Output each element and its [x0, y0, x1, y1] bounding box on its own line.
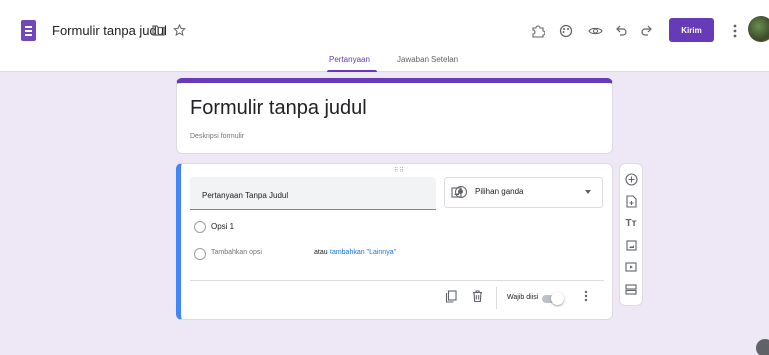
radio-button-icon — [455, 186, 467, 198]
footer-separator — [496, 287, 497, 309]
avatar[interactable] — [748, 16, 769, 42]
tab-responses[interactable]: Jawaban — [397, 55, 429, 64]
radio-circle-icon — [194, 221, 206, 233]
chevron-down-icon — [585, 190, 591, 194]
option-row[interactable]: Opsi 1 — [194, 220, 594, 236]
duplicate-icon[interactable] — [443, 288, 459, 304]
forms-logo-icon[interactable] — [21, 20, 36, 41]
import-questions-icon[interactable] — [622, 192, 640, 210]
radio-circle-icon — [194, 248, 206, 260]
redo-icon[interactable] — [637, 22, 655, 40]
add-image-icon[interactable] — [622, 236, 640, 254]
more-vert-icon[interactable] — [726, 22, 744, 40]
form-title-card[interactable]: Formulir tanpa judul Deskripsi formulir — [176, 78, 613, 154]
preview-icon[interactable] — [586, 22, 604, 40]
question-type-select[interactable]: Pilihan ganda — [444, 177, 603, 208]
top-bar: Formulir tanpa judul Kirim Pertanyaan Ja… — [0, 0, 769, 72]
help-icon[interactable] — [756, 339, 769, 355]
form-title[interactable]: Formulir tanpa judul — [190, 97, 367, 120]
addon-icon[interactable] — [529, 22, 547, 40]
star-icon[interactable] — [171, 22, 187, 38]
add-option-row: Tambahkan opsi atau tambahkan "Lainnya" — [194, 247, 594, 263]
add-section-icon[interactable] — [622, 280, 640, 298]
tab-bar: Pertanyaan Jawaban Setelan — [0, 52, 769, 72]
tab-questions[interactable]: Pertanyaan — [329, 55, 370, 64]
palette-icon[interactable] — [557, 22, 575, 40]
undo-icon[interactable] — [612, 22, 630, 40]
delete-icon[interactable] — [469, 288, 485, 304]
card-divider — [190, 280, 604, 281]
add-other-link[interactable]: tambahkan "Lainnya" — [330, 249, 396, 256]
question-card[interactable]: ⠿⠿ Pertanyaan Tanpa Judul Pilihan ganda … — [176, 163, 613, 320]
or-label: atau — [314, 249, 328, 256]
question-type-label: Pilihan ganda — [475, 187, 524, 196]
send-button[interactable]: Kirim — [669, 18, 714, 42]
option-label[interactable]: Opsi 1 — [211, 222, 234, 231]
question-more-icon[interactable] — [581, 288, 591, 304]
question-title-text: Pertanyaan Tanpa Judul — [202, 191, 289, 200]
active-tab-indicator — [327, 70, 377, 72]
add-option-button[interactable]: Tambahkan opsi — [211, 249, 262, 256]
tab-settings[interactable]: Setelan — [431, 55, 458, 64]
add-question-icon[interactable] — [622, 170, 640, 188]
required-label: Wajib diisi — [507, 294, 539, 301]
folder-icon[interactable] — [150, 22, 166, 38]
drag-handle-icon[interactable]: ⠿⠿ — [394, 167, 405, 174]
form-description-field[interactable]: Deskripsi formulir — [190, 133, 244, 140]
required-toggle[interactable] — [542, 292, 564, 305]
add-title-icon[interactable]: Tт — [622, 214, 640, 232]
floating-toolbar: Tт — [619, 163, 643, 306]
add-video-icon[interactable] — [622, 258, 640, 276]
question-title-input[interactable]: Pertanyaan Tanpa Judul — [190, 177, 436, 210]
toggle-knob — [551, 292, 564, 305]
